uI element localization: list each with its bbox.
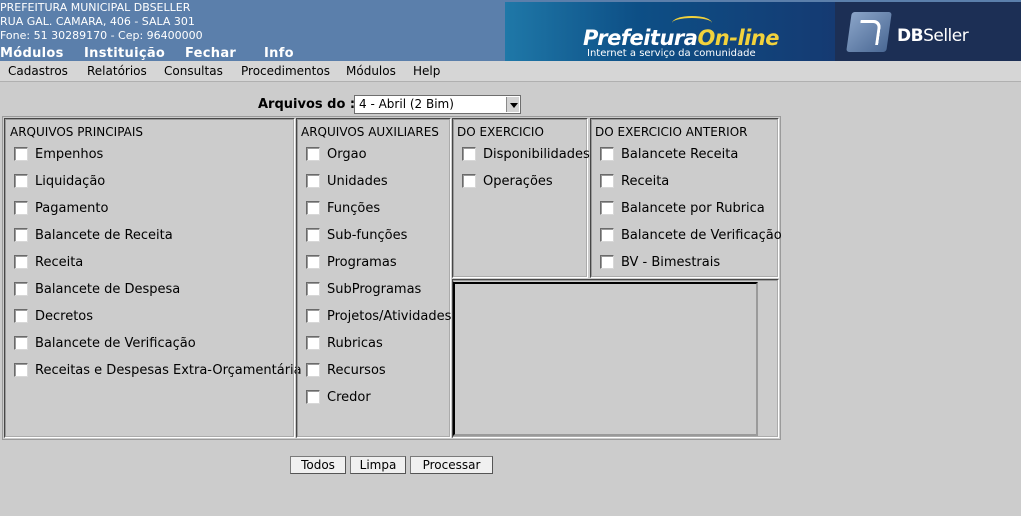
menu-cadastros[interactable]: Cadastros xyxy=(8,64,68,78)
checkbox-box[interactable] xyxy=(462,147,476,161)
panel-title-auxiliares: ARQUIVOS AUXILIARES xyxy=(301,125,439,139)
dbseller-logo: DBSeller xyxy=(835,2,1021,61)
checkbox-box[interactable] xyxy=(306,390,320,404)
limpa-button[interactable]: Limpa xyxy=(350,456,406,474)
checkbox-box[interactable] xyxy=(306,363,320,377)
menu-consultas[interactable]: Consultas xyxy=(164,64,223,78)
checkbox-box[interactable] xyxy=(306,147,320,161)
panel-arquivos-auxiliares: ARQUIVOS AUXILIARES Orgao Unidades Funçõ… xyxy=(296,118,451,438)
org-address: RUA GAL. CAMARA, 406 - SALA 301 xyxy=(0,15,195,28)
checkbox-box[interactable] xyxy=(14,282,28,296)
checkbox-box[interactable] xyxy=(600,228,614,242)
checkbox-box[interactable] xyxy=(14,174,28,188)
checkbox-box[interactable] xyxy=(306,336,320,350)
menu-procedimentos[interactable]: Procedimentos xyxy=(241,64,330,78)
checkbox-box[interactable] xyxy=(600,174,614,188)
checkbox-box[interactable] xyxy=(600,147,614,161)
checkbox-box[interactable] xyxy=(14,201,28,215)
checkbox-box[interactable] xyxy=(306,309,320,323)
panel-do-exercicio: DO EXERCICIO Disponibilidades Operações xyxy=(452,118,590,278)
panel-arquivos-principais: ARQUIVOS PRINCIPAIS Empenhos Liquidação … xyxy=(4,118,302,438)
todos-button[interactable]: Todos xyxy=(290,456,346,474)
dbseller-name: DBSeller xyxy=(897,26,969,46)
banner-title: PrefeituraOn-line xyxy=(583,26,780,50)
menu-help[interactable]: Help xyxy=(413,64,440,78)
panel-title-anterior: DO EXERCICIO ANTERIOR xyxy=(595,125,748,139)
org-contact: Fone: 51 30289170 - Cep: 96400000 xyxy=(0,29,203,42)
checkbox-box[interactable] xyxy=(306,282,320,296)
menu-modulos[interactable]: Módulos xyxy=(346,64,396,78)
menubar: Cadastros Relatórios Consultas Procedime… xyxy=(0,61,1021,82)
checkbox-box[interactable] xyxy=(14,309,28,323)
chevron-down-icon[interactable] xyxy=(506,97,519,112)
checkbox-box[interactable] xyxy=(306,174,320,188)
org-name: PREFEITURA MUNICIPAL DBSELLER xyxy=(0,1,191,14)
dbseller-mark-icon xyxy=(846,12,892,52)
arquivos-select[interactable]: 4 - Abril (2 Bim) xyxy=(354,95,521,114)
app-header: PREFEITURA MUNICIPAL DBSELLER RUA GAL. C… xyxy=(0,0,1021,61)
log-textarea[interactable] xyxy=(453,282,758,436)
top-menu-fechar[interactable]: Fechar xyxy=(185,46,236,61)
checkbox-box[interactable] xyxy=(14,255,28,269)
menu-relatorios[interactable]: Relatórios xyxy=(87,64,147,78)
panel-do-exercicio-anterior: DO EXERCICIO ANTERIOR Balancete Receita … xyxy=(590,118,782,278)
checkbox-box[interactable] xyxy=(306,201,320,215)
checkbox-box[interactable] xyxy=(600,255,614,269)
checkbox-box[interactable] xyxy=(306,255,320,269)
checkbox-box[interactable] xyxy=(14,336,28,350)
top-menu-modulos[interactable]: Módulos xyxy=(0,46,64,61)
checkbox-box[interactable] xyxy=(14,228,28,242)
arquivos-select-value: 4 - Abril (2 Bim) xyxy=(359,97,454,111)
panel-title-exercicio: DO EXERCICIO xyxy=(457,125,544,139)
checkbox-box[interactable] xyxy=(14,147,28,161)
panel-title-principais: ARQUIVOS PRINCIPAIS xyxy=(10,125,144,139)
processar-button[interactable]: Processar xyxy=(410,456,493,474)
checkbox-box[interactable] xyxy=(600,201,614,215)
prefeitura-online-logo: PrefeituraOn-line Internet a serviço da … xyxy=(505,2,835,61)
top-menu-info[interactable]: Info xyxy=(264,46,294,61)
checkbox-box[interactable] xyxy=(462,174,476,188)
checkbox-box[interactable] xyxy=(14,363,28,377)
banner-subtitle: Internet a serviço da comunidade xyxy=(587,48,756,59)
top-menu-instituicao[interactable]: Instituição xyxy=(84,46,165,61)
checkbox-box[interactable] xyxy=(306,228,320,242)
arquivos-label: Arquivos do : xyxy=(258,97,356,112)
